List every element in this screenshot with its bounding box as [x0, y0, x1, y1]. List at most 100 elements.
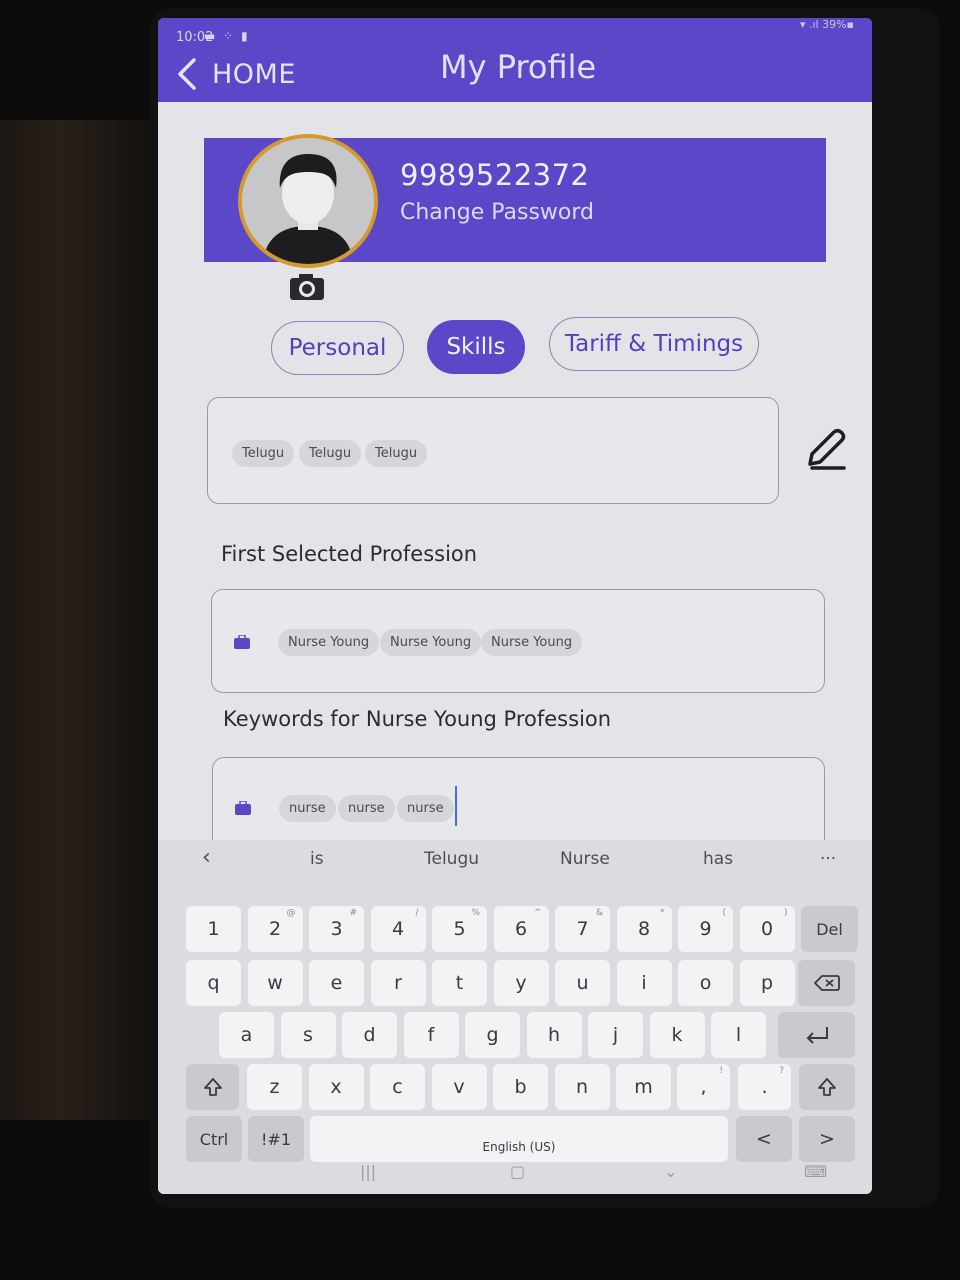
key-w[interactable]: w — [247, 960, 303, 1006]
change-password-link[interactable]: Change Password — [400, 200, 594, 225]
key-v[interactable]: v — [431, 1064, 487, 1110]
key-d-label: d — [363, 1024, 376, 1046]
recent-apps-icon[interactable]: ||| — [360, 1162, 376, 1181]
keyword-chip[interactable]: nurse — [397, 795, 454, 822]
avatar[interactable] — [238, 134, 378, 268]
key-t-label: t — [455, 972, 464, 994]
profession-chip[interactable]: Nurse Young — [380, 629, 482, 656]
key-f[interactable]: f — [403, 1012, 459, 1058]
enter-key[interactable] — [778, 1012, 855, 1058]
key-q[interactable]: q — [186, 960, 241, 1006]
key-p-label: p — [760, 972, 774, 994]
status-battery: ▾ .ıl 39%▪ — [799, 18, 854, 31]
key-0[interactable]: 0) — [739, 906, 795, 952]
key-9[interactable]: 9( — [678, 906, 733, 952]
key-w-label: w — [267, 972, 283, 994]
keyword-chip[interactable]: nurse — [338, 795, 395, 822]
more-options-icon[interactable]: ··· — [820, 849, 836, 869]
key-del[interactable]: Del — [801, 906, 858, 952]
profession-box[interactable]: Nurse Young Nurse Young Nurse Young — [211, 589, 825, 693]
key-8-hint: * — [660, 908, 665, 918]
key-1[interactable]: 1 — [186, 906, 241, 952]
suggestion-item[interactable]: has — [703, 849, 733, 869]
key-u-label: u — [576, 972, 589, 994]
key-e[interactable]: e — [309, 960, 364, 1006]
key-r[interactable]: r — [370, 960, 426, 1006]
key-x[interactable]: x — [308, 1064, 364, 1110]
key-8[interactable]: 8 * — [616, 906, 672, 952]
suggestion-item[interactable]: Telugu — [424, 849, 479, 869]
key-g[interactable]: g — [465, 1012, 520, 1058]
key-b[interactable]: b — [493, 1064, 548, 1110]
key-4[interactable]: 4/ — [370, 906, 426, 952]
key-l[interactable]: l — [711, 1012, 766, 1058]
key-t[interactable]: t — [432, 960, 487, 1006]
profession-chip[interactable]: Nurse Young — [278, 629, 380, 656]
key-u[interactable]: u — [555, 960, 610, 1006]
key-3[interactable]: 3 # — [309, 906, 364, 952]
key-h[interactable]: h — [526, 1012, 582, 1058]
period-key[interactable]: . ? — [738, 1064, 791, 1110]
person-icon — [242, 138, 374, 264]
key-m-label: m — [634, 1076, 653, 1098]
back-button[interactable]: HOME — [176, 56, 296, 92]
key-v-label: v — [453, 1076, 465, 1098]
language-chip[interactable]: Telugu — [299, 440, 362, 467]
shift-key-left[interactable] — [186, 1064, 239, 1110]
language-chip[interactable]: Telugu — [232, 440, 295, 467]
key-b-label: b — [514, 1076, 527, 1098]
comma-key-label: , — [700, 1076, 707, 1098]
suggestion-back-icon[interactable]: ‹ — [202, 845, 211, 870]
comma-key[interactable]: , ! — [677, 1064, 730, 1110]
home-icon[interactable]: ▢ — [510, 1162, 525, 1181]
language-chip[interactable]: Telugu — [365, 440, 428, 467]
key-s[interactable]: s — [280, 1012, 336, 1058]
profession-section-label: First Selected Profession — [221, 542, 478, 566]
key-2[interactable]: 2 @ — [247, 906, 303, 952]
key-6-label: 6 — [514, 918, 528, 940]
key-o-label: o — [699, 972, 712, 994]
tab-personal[interactable]: Personal — [271, 321, 404, 375]
key-j[interactable]: j — [588, 1012, 643, 1058]
key-c-label: c — [392, 1076, 403, 1098]
app-bar: 10:02 ▬ ⁘ ▮ ▾ .ıl 39%▪ HOME My Profile — [158, 18, 872, 102]
profession-chip[interactable]: Nurse Young — [481, 629, 583, 656]
key-c[interactable]: c — [370, 1064, 425, 1110]
key-d[interactable]: d — [342, 1012, 397, 1058]
key-6[interactable]: 6 ^ — [493, 906, 549, 952]
camera-icon[interactable] — [288, 272, 326, 302]
key-y[interactable]: y — [493, 960, 549, 1006]
key-2-hint: @ — [286, 908, 296, 918]
shift-key-right[interactable] — [799, 1064, 855, 1110]
key-del-label: Del — [816, 919, 843, 939]
key-3-hint: # — [349, 908, 357, 918]
languages-box[interactable]: Telugu Telugu Telugu — [207, 397, 779, 504]
key-n[interactable]: n — [554, 1064, 610, 1110]
key-m[interactable]: m — [616, 1064, 671, 1110]
key-x-label: x — [330, 1076, 342, 1098]
chevron-left-icon — [178, 58, 196, 90]
key-k[interactable]: k — [649, 1012, 705, 1058]
key-p[interactable]: p — [739, 960, 795, 1006]
key-z[interactable]: z — [247, 1064, 302, 1110]
key-7[interactable]: 7 & — [555, 906, 610, 952]
tab-skills[interactable]: Skills — [427, 320, 525, 374]
key-9-label: 9 — [699, 918, 712, 940]
tab-tariff-timings[interactable]: Tariff & Timings — [549, 317, 759, 371]
keywords-section-label: Keywords for Nurse Young Profession — [223, 707, 612, 731]
hide-keyboard-icon[interactable]: ⌄ — [664, 1162, 677, 1181]
keyword-chip[interactable]: nurse — [279, 795, 336, 822]
key-a[interactable]: a — [219, 1012, 274, 1058]
key-5[interactable]: 5% — [432, 906, 487, 952]
backspace-key[interactable] — [798, 960, 855, 1006]
key-0-hint: ) — [783, 908, 788, 918]
key-g-label: g — [486, 1024, 499, 1046]
keyboard-switch-icon[interactable]: ⌨ — [804, 1162, 827, 1181]
key-i[interactable]: i — [616, 960, 672, 1006]
key-o[interactable]: o — [678, 960, 733, 1006]
suggestion-item[interactable]: is — [310, 849, 324, 869]
suggestion-item[interactable]: Nurse — [560, 849, 610, 869]
edit-icon[interactable] — [804, 426, 848, 472]
period-key-hint: ? — [779, 1066, 784, 1076]
key-0-label: 0 — [760, 918, 774, 940]
